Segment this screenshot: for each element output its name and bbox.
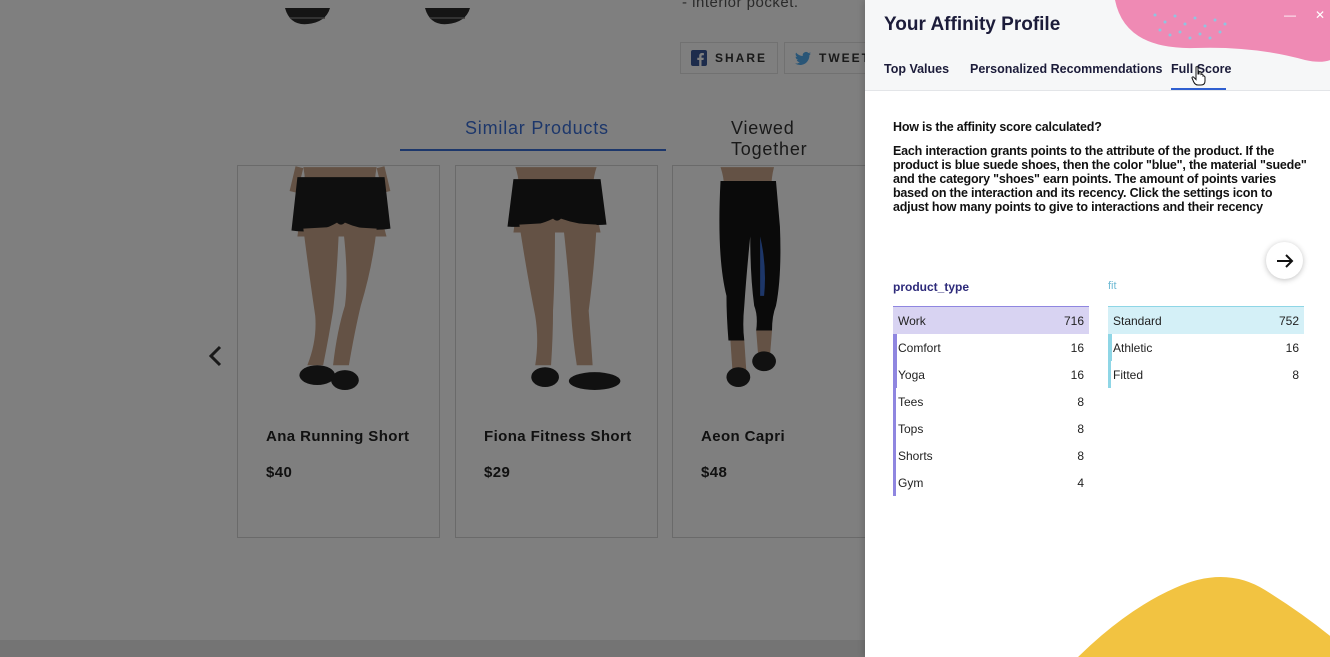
score-label: Standard (1113, 314, 1162, 328)
score-table-title: product_type (893, 280, 970, 294)
score-label: Yoga (898, 368, 925, 382)
score-row: Tops 8 (893, 415, 1089, 442)
score-value: 8 (1077, 449, 1084, 463)
minimize-icon[interactable]: — (1283, 8, 1297, 22)
panel-header: Your Affinity Profile — ✕ Top Values Per… (865, 0, 1330, 91)
faq-question: How is the affinity score calculated? (893, 120, 1102, 134)
score-bar (1108, 361, 1111, 388)
decorative-yellow-blob (1078, 577, 1330, 657)
score-bar (893, 415, 896, 442)
score-row: Yoga 16 (893, 361, 1089, 388)
score-row: Standard 752 (1108, 307, 1304, 334)
score-row: Athletic 16 (1108, 334, 1304, 361)
score-bar (893, 334, 897, 361)
score-label: Shorts (898, 449, 933, 463)
score-bar (1108, 334, 1112, 361)
score-value: 716 (1063, 314, 1084, 328)
score-row: Shorts 8 (893, 442, 1089, 469)
score-label: Fitted (1113, 368, 1144, 382)
score-label: Comfort (898, 341, 941, 355)
score-value: 16 (1070, 368, 1084, 382)
score-row: Tees 8 (893, 388, 1089, 415)
score-value: 752 (1278, 314, 1299, 328)
score-row: Work 716 (893, 307, 1089, 334)
score-rows: Standard 752 Athletic 16 Fitted 8 (1108, 307, 1304, 388)
faq-answer: Each interaction grants points to the at… (893, 144, 1307, 214)
score-bar (893, 361, 897, 388)
modal-backdrop-overlay[interactable] (0, 0, 865, 657)
score-label: Tops (898, 422, 924, 436)
score-label: Work (898, 314, 926, 328)
score-value: 8 (1077, 395, 1084, 409)
score-label: Tees (898, 395, 924, 409)
tab-personalized-recommendations[interactable]: Personalized Recommendations (970, 62, 1162, 76)
score-rows: Work 716 Comfort 16 Yoga 16 Tees 8 Tops 8 Shorts 8 G… (893, 307, 1089, 496)
score-row: Comfort 16 (893, 334, 1089, 361)
score-row: Gym 4 (893, 469, 1089, 496)
active-tab-underline (1171, 88, 1226, 90)
tab-top-values[interactable]: Top Values (884, 62, 949, 76)
score-bar (893, 442, 896, 469)
score-label: Gym (898, 476, 924, 490)
score-value: 8 (1077, 422, 1084, 436)
score-value: 4 (1077, 476, 1084, 490)
panel-title: Your Affinity Profile (884, 14, 1061, 35)
affinity-profile-panel: Your Affinity Profile — ✕ Top Values Per… (865, 0, 1330, 657)
score-label: Athletic (1113, 341, 1153, 355)
score-value: 16 (1070, 341, 1084, 355)
close-icon[interactable]: ✕ (1313, 8, 1327, 22)
score-row: Fitted 8 (1108, 361, 1304, 388)
next-page-button[interactable] (1266, 242, 1303, 279)
score-value: 16 (1285, 341, 1299, 355)
score-bar (893, 388, 896, 415)
score-value: 8 (1292, 368, 1299, 382)
score-table-title: fit (1108, 280, 1117, 292)
score-bar (893, 469, 896, 496)
hand-cursor-icon (1191, 66, 1206, 86)
arrow-right-icon (1276, 253, 1293, 268)
